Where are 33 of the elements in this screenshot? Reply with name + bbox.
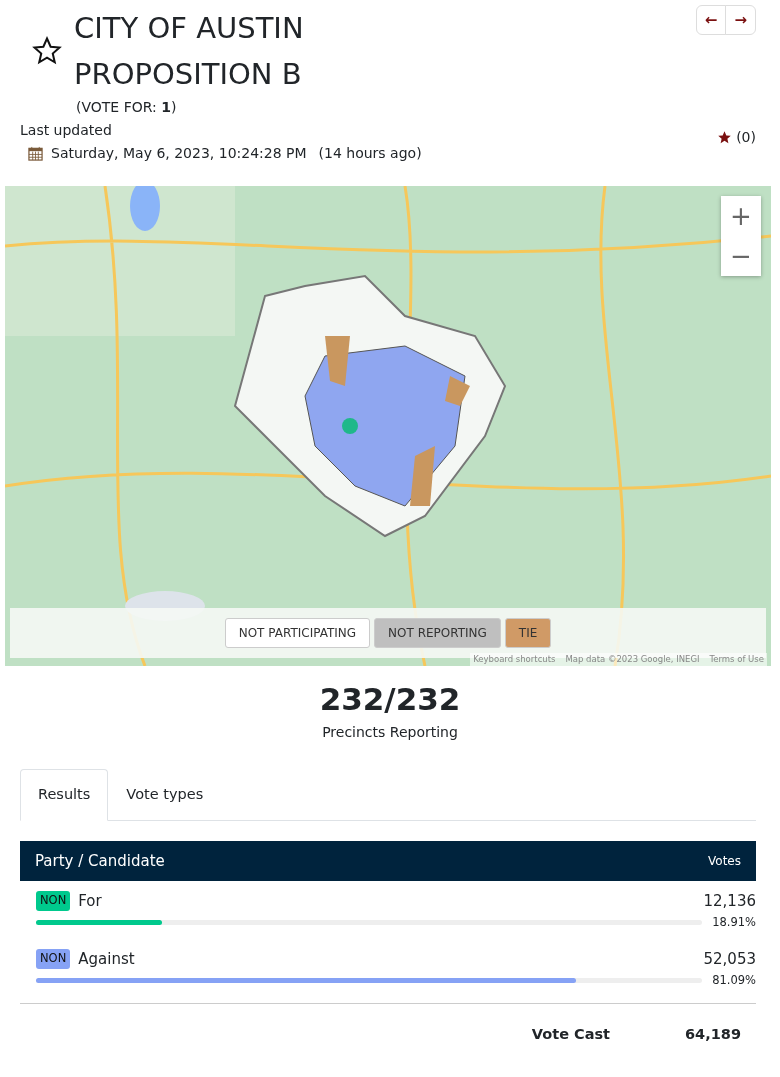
candidate-name: Against [78,948,135,970]
total-votes: 64,189 [685,1024,741,1044]
vote-count: 52,053 [703,948,756,970]
column-header: Votes [708,852,741,870]
vote-percent: 18.91% [712,914,756,932]
precincts-label: Precincts Reporting [321,723,459,743]
next-button[interactable]: → [725,5,756,35]
tab[interactable]: Vote types [108,769,222,821]
favorites-count: (0) [736,128,756,147]
updated-ago: (14 hours ago) [318,144,422,163]
party-tag: NON [36,891,71,911]
calendar-icon [28,146,43,161]
zoom-out-button[interactable]: − [721,236,761,276]
vote-count: 12,136 [703,890,756,912]
column-header: Party / Candidate [35,850,165,872]
last-updated-label: Last updated [20,121,113,140]
vote-for-note: (VOTE FOR: 1) [76,98,178,117]
updated-date: Saturday, May 6, 2023, 10:24:28 PM [51,144,307,163]
legend-button[interactable]: TIE [504,618,552,648]
star-icon[interactable] [32,36,62,66]
title-line: CITY OF AUSTIN [74,10,304,47]
star-icon [717,130,733,145]
previous-button[interactable]: ← [695,5,727,35]
vote-percent: 81.09% [712,972,756,990]
candidate-name: For [78,890,102,912]
tab[interactable]: Results [20,769,109,821]
legend-button[interactable]: NOT REPORTING [374,618,501,648]
zoom-in-button[interactable]: + [721,196,761,236]
legend-button[interactable]: NOT PARTICIPATING [224,618,371,648]
total-label: Vote Cast [531,1024,611,1044]
party-tag: NON [36,949,71,969]
title-line: PROPOSITION B [74,56,303,93]
precincts-count: 232/232 [318,682,462,717]
